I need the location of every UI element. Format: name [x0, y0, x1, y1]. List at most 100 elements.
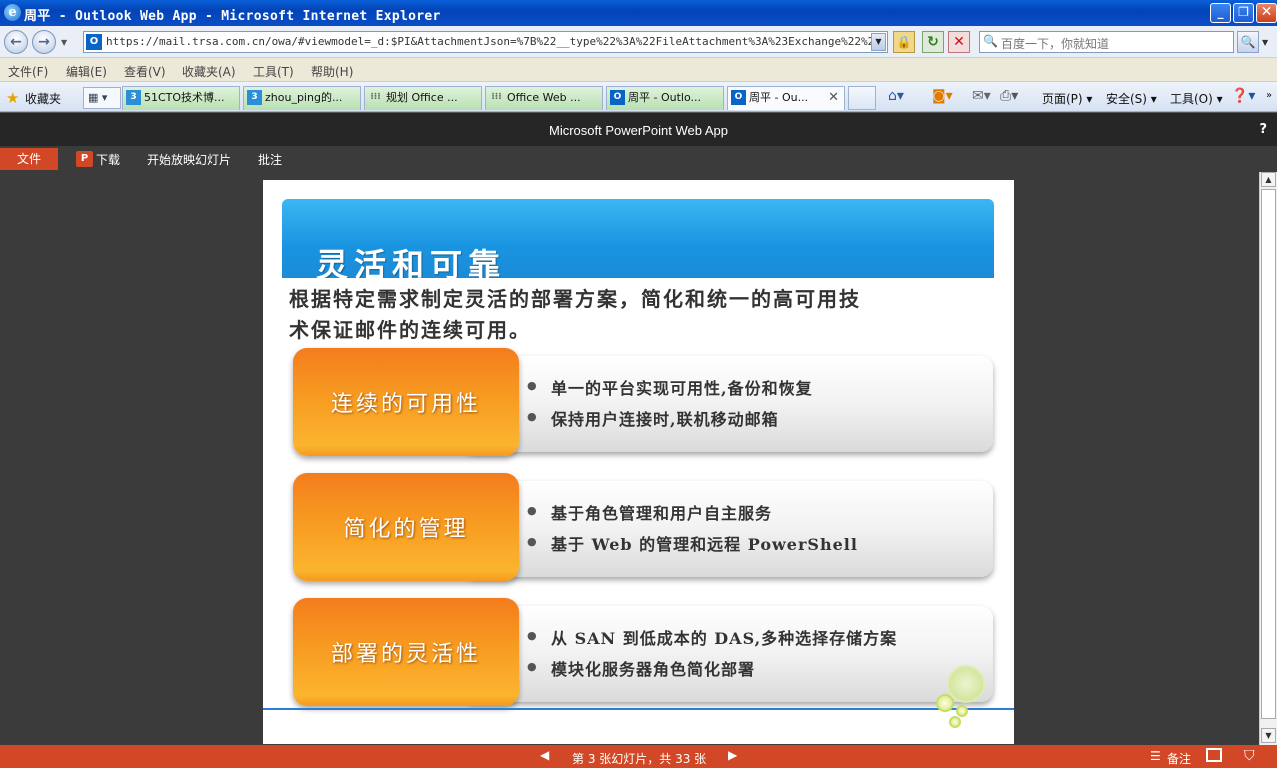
search-icon: 🔍 [983, 34, 998, 48]
feature-row-management: 简化的管理 ● 基于角色管理和用户自主服务 ● 基于 Web 的管理和远程 Po… [293, 473, 993, 581]
restore-button[interactable]: ❐ [1233, 3, 1254, 23]
ie-logo-icon: e [4, 4, 21, 21]
home-icon[interactable]: ⌂▾ [888, 88, 904, 104]
feature-bullet: 从 SAN 到低成本的 DAS,多种选择存储方案 [551, 629, 898, 648]
tools-menu-button[interactable]: 工具(O) ▾ [1170, 90, 1223, 107]
tab-close-icon[interactable]: ✕ [828, 87, 839, 109]
feeds-icon[interactable]: ◙▾ [932, 88, 953, 104]
decorative-circle [949, 716, 961, 728]
safety-menu-button[interactable]: 安全(S) ▾ [1106, 90, 1157, 107]
search-placeholder: 百度一下，你就知道 [1001, 37, 1110, 51]
slide-subtitle-line2: 术保证邮件的连续可用。 [289, 318, 531, 342]
close-button[interactable]: ✕ [1256, 3, 1277, 23]
menu-bar: 文件(F) 编辑(E) 查看(V) 收藏夹(A) 工具(T) 帮助(H) [0, 58, 1277, 82]
menu-view[interactable]: 查看(V) [124, 63, 166, 80]
file-button[interactable]: 文件 [0, 148, 58, 170]
office-icon: ⁝⁝⁝ [491, 92, 502, 102]
menu-tools[interactable]: 工具(T) [253, 63, 294, 80]
slide-title: 灵活和可靠 [316, 246, 507, 278]
powerpoint-icon[interactable]: P [76, 151, 93, 167]
more-commands-icon[interactable]: » [1266, 90, 1272, 101]
favorites-button[interactable]: 收藏夹 [25, 90, 61, 107]
help-icon[interactable]: ❓▾ [1231, 88, 1255, 104]
page-menu-label: 页面(P) [1042, 92, 1083, 106]
new-tab-button[interactable] [848, 86, 876, 110]
menu-favorites[interactable]: 收藏夹(A) [182, 63, 236, 80]
bullet-icon: ● [527, 504, 537, 517]
back-button[interactable]: ← [4, 30, 28, 54]
bullet-icon: ● [527, 535, 537, 548]
decorative-circle [947, 665, 985, 703]
scroll-thumb[interactable] [1261, 189, 1276, 719]
address-bar-row: ← → ▼ O https://mail.trsa.com.cn/owa/#vi… [0, 26, 1277, 58]
forward-button[interactable]: → [32, 30, 56, 54]
previous-slide-icon[interactable]: ◀ [540, 748, 549, 762]
search-options-icon[interactable]: ▼ [1262, 38, 1268, 47]
feature-label: 连续的可用性 [330, 392, 481, 417]
scroll-down-icon[interactable]: ▼ [1261, 728, 1276, 743]
app-help-button[interactable]: ? [1259, 122, 1267, 137]
slide-canvas: 灵活和可靠 根据特定需求制定灵活的部署方案，简化和统一的高可用技 术保证邮件的连… [263, 180, 1014, 744]
tab-bar: ★ 收藏夹 ▦ ▾ 3 51CTO技术博... 3 zhou_ping的... … [0, 82, 1277, 112]
window-title: 周平 - Outlook Web App - Microsoft Interne… [24, 9, 441, 24]
slide-subtitle-line1: 根据特定需求制定灵活的部署方案，简化和统一的高可用技 [289, 287, 861, 311]
notes-button[interactable]: 备注 [1167, 750, 1191, 767]
decorative-circle [956, 705, 968, 717]
stop-button[interactable]: ✕ [948, 31, 970, 53]
mail-icon[interactable]: ✉▾ [972, 88, 991, 104]
office-icon: ⁝⁝⁝ [370, 92, 381, 102]
decorative-circle [936, 694, 954, 712]
address-field[interactable]: O https://mail.trsa.com.cn/owa/#viewmode… [83, 31, 888, 53]
search-go-button[interactable]: 🔍 [1237, 31, 1259, 53]
quick-tabs-button[interactable]: ▦ ▾ [83, 87, 121, 109]
page-menu-button[interactable]: 页面(P) ▾ [1042, 90, 1092, 107]
download-button[interactable]: 下载 [96, 151, 120, 168]
safety-menu-label: 安全(S) [1106, 92, 1147, 106]
comments-button[interactable]: 批注 [258, 151, 282, 168]
menu-edit[interactable]: 编辑(E) [66, 63, 107, 80]
app-title: Microsoft PowerPoint Web App [549, 123, 728, 138]
start-slideshow-button[interactable]: 开始放映幻灯片 [147, 151, 231, 168]
blog-icon: 3 [247, 90, 262, 105]
feature-bullet: 单一的平台实现可用性,备份和恢复 [551, 379, 813, 398]
notes-icon[interactable]: ☰ [1150, 749, 1161, 763]
scroll-up-icon[interactable]: ▲ [1261, 172, 1276, 187]
history-dropdown-icon[interactable]: ▼ [61, 38, 67, 47]
blog-icon: 3 [126, 90, 141, 105]
tab-outlook-1[interactable]: O 周平 - Outlo... [606, 86, 724, 110]
slide-subtitle: 根据特定需求制定灵活的部署方案，简化和统一的高可用技 术保证邮件的连续可用。 [289, 284, 969, 346]
next-slide-icon[interactable]: ▶ [728, 748, 737, 762]
outlook-icon: O [610, 90, 625, 105]
tab-office-plan[interactable]: ⁝⁝⁝ 规划 Office ... [364, 86, 482, 110]
bullet-icon: ● [527, 410, 537, 423]
feature-row-deployment: 部署的灵活性 ● 从 SAN 到低成本的 DAS,多种选择存储方案 ● 模块化服… [293, 598, 993, 706]
app-header: Microsoft PowerPoint Web App ? [0, 112, 1277, 146]
tab-label: 51CTO技术博... [144, 91, 225, 104]
slide-counter: 第 3 张幻灯片，共 33 张 [572, 752, 707, 766]
bullet-icon: ● [527, 660, 537, 673]
tab-51cto[interactable]: 3 51CTO技术博... [122, 86, 240, 110]
lock-icon[interactable]: 🔒 [893, 31, 915, 53]
vertical-scrollbar[interactable]: ▲ ▼ [1259, 172, 1277, 745]
status-bar: ◀ 第 3 张幻灯片，共 33 张 ▶ ☰ 备注 ⛉ [0, 745, 1277, 768]
refresh-button[interactable]: ↻ [922, 31, 944, 53]
slideshow-icon[interactable]: ⛉ [1244, 748, 1255, 764]
reading-view-icon[interactable] [1206, 748, 1222, 762]
window-title-bar: e 周平 - Outlook Web App - Microsoft Inter… [0, 0, 1277, 26]
address-dropdown-button[interactable]: ▼ [871, 33, 886, 51]
address-url[interactable]: https://mail.trsa.com.cn/owa/#viewmodel=… [106, 35, 871, 48]
print-icon[interactable]: ⎙▾ [1000, 88, 1018, 104]
slide-divider-line [263, 708, 1014, 710]
feature-bullet: 模块化服务器角色简化部署 [551, 660, 756, 679]
tab-zhou-ping[interactable]: 3 zhou_ping的... [243, 86, 361, 110]
menu-help[interactable]: 帮助(H) [311, 63, 353, 80]
favorites-star-icon[interactable]: ★ [6, 89, 19, 107]
minimize-button[interactable]: _ [1210, 3, 1231, 23]
ribbon-bar: 文件 P 下载 开始放映幻灯片 批注 [0, 146, 1277, 172]
tab-office-web[interactable]: ⁝⁝⁝ Office Web ... [485, 86, 603, 110]
feature-bullet: 基于 Web 的管理和远程 PowerShell [551, 535, 858, 554]
menu-file[interactable]: 文件(F) [8, 63, 48, 80]
tab-label: 周平 - Ou... [749, 91, 809, 104]
tab-outlook-active[interactable]: O 周平 - Ou... ✕ [727, 86, 845, 110]
search-input[interactable]: 🔍 百度一下，你就知道 [979, 31, 1234, 53]
